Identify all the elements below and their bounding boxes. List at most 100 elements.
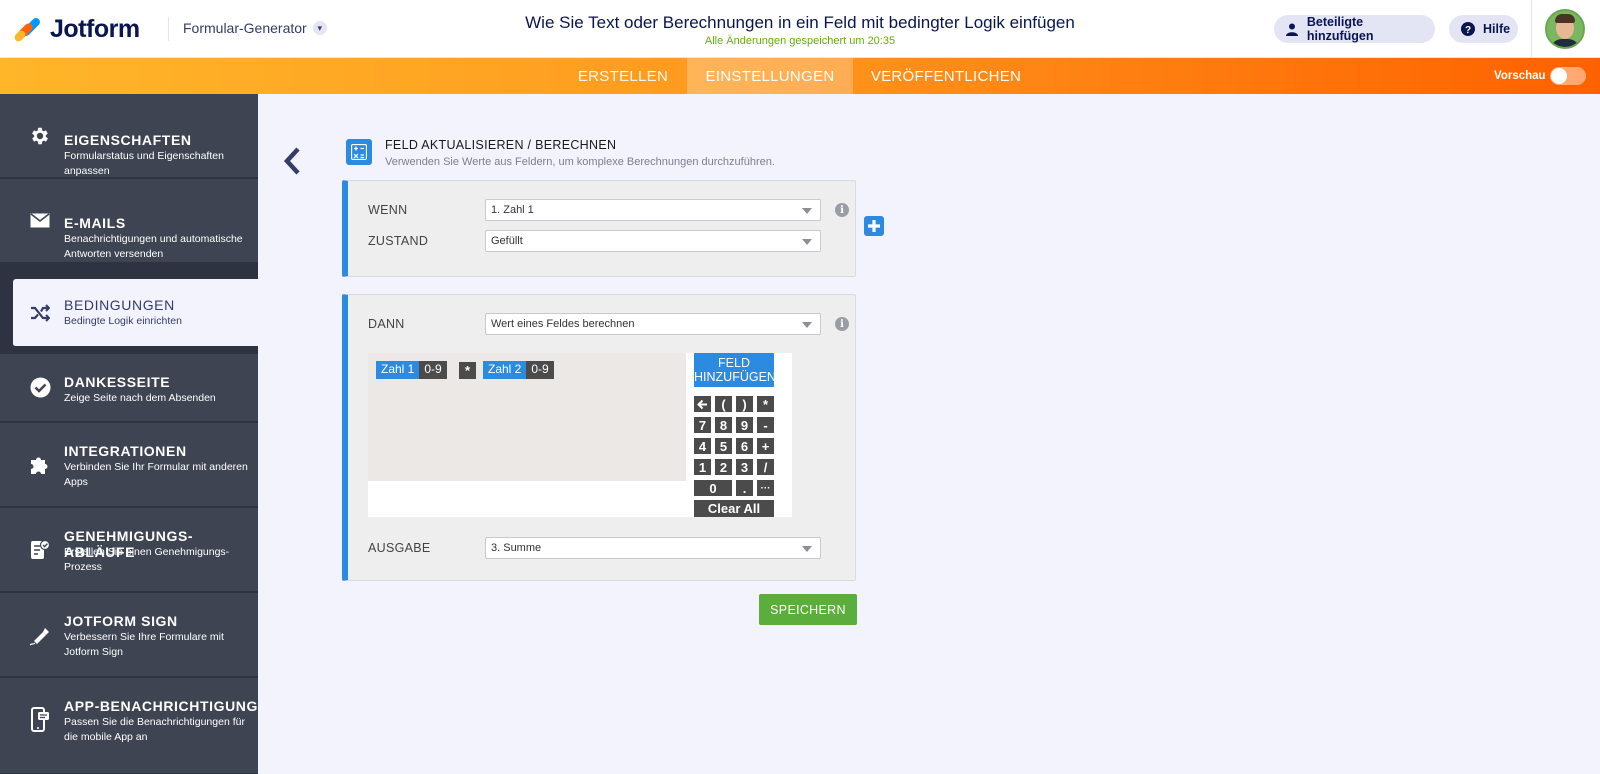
panel-subtitle: Verwenden Sie Werte aus Feldern, um komp… [385, 156, 775, 168]
output-field-value: 3. Summe [491, 542, 542, 554]
help-button[interactable]: ? Hilfe [1449, 15, 1518, 43]
top-header: Jotform Formular-Generator ▾ Wie Sie Tex… [0, 0, 1600, 58]
keypad-key[interactable]: ··· [757, 480, 774, 496]
invite-collaborators-button[interactable]: Beteiligte hinzufügen [1274, 15, 1435, 43]
state-select[interactable]: Gefüllt [485, 230, 821, 252]
info-icon[interactable]: i [835, 317, 849, 331]
keypad-key[interactable]: 5 [715, 438, 732, 454]
then-label: DANN [368, 317, 405, 331]
tab-publish[interactable]: VERÖFFENTLICHEN [853, 58, 1039, 94]
if-label: WENN [368, 203, 408, 217]
if-field-select[interactable]: 1. Zahl 1 [485, 199, 821, 221]
preview-toggle[interactable] [1550, 67, 1586, 85]
keypad-key[interactable]: 8 [715, 417, 732, 433]
sidebar-item-app-notifications[interactable]: APP-BENACHRICHTIGUNG Passen Sie die Bena… [0, 678, 258, 774]
keypad-key[interactable]: + [757, 438, 774, 454]
sidebar-item-thank-you[interactable]: DANKESSEITE Zeige Seite nach dem Absende… [0, 354, 258, 422]
logo-text: Jotform [50, 14, 140, 43]
field-chip-name: Zahl 2 [483, 361, 527, 379]
builder-nav-bar: ERSTELLEN EINSTELLUNGEN VERÖFFENTLICHEN … [0, 58, 1600, 94]
calculator-icon [346, 139, 372, 165]
sidebar-item-desc: Verbinden Sie Ihr Formular mit anderen A… [64, 461, 248, 488]
field-chip-name: Zahl 1 [376, 361, 420, 379]
state-value: Gefüllt [491, 235, 523, 247]
sidebar-item-properties[interactable]: EIGENSCHAFTEN Formularstatus und Eigensc… [0, 94, 258, 178]
action-then-card: DANN Wert eines Feldes berechnen i Zahl … [342, 294, 856, 581]
shuffle-icon [28, 301, 52, 325]
document-title[interactable]: Wie Sie Text oder Berechnungen in ein Fe… [400, 13, 1200, 33]
sidebar-item-desc: Formularstatus und Eigenschaften anpasse… [64, 150, 224, 177]
caret-down-icon [802, 322, 812, 328]
keypad-key[interactable]: ) [736, 396, 753, 412]
question-circle-icon: ? [1461, 22, 1475, 36]
keypad-key[interactable]: / [757, 459, 774, 475]
keypad-key[interactable]: * [757, 396, 774, 412]
jotform-logo-icon [12, 16, 42, 44]
avatar[interactable] [1545, 9, 1585, 49]
sidebar-item-desc: Passen Sie die Benachrichtigungen für di… [64, 716, 245, 743]
sidebar-item-approvals[interactable]: GENEHMIGUNGS-ABLÄUFE Erstellen Sie einen… [0, 508, 258, 592]
formula-editor: Zahl 1 0-9 * Zahl 2 0-9 FELD HINZUFÜGEN … [368, 353, 792, 517]
gear-icon [28, 124, 52, 148]
backspace-key[interactable] [694, 396, 711, 412]
formula-field-chip[interactable]: Zahl 1 0-9 [376, 361, 447, 379]
sidebar-item-desc: Zeige Seite nach dem Absenden [64, 392, 216, 404]
sidebar-item-title: INTEGRATIONEN [64, 443, 187, 459]
invite-label: Beteiligte hinzufügen [1306, 15, 1374, 43]
jotform-logo[interactable]: Jotform [12, 13, 140, 45]
keypad-key[interactable]: 2 [715, 459, 732, 475]
formula-field-chip[interactable]: Zahl 2 0-9 [483, 361, 554, 379]
sidebar-item-integrations[interactable]: INTEGRATIONEN Verbinden Sie Ihr Formular… [0, 423, 258, 507]
header-divider-right [1531, 0, 1532, 58]
sidebar-item-title: BEDINGUNGEN [64, 297, 175, 313]
keypad-key[interactable]: 3 [736, 459, 753, 475]
mail-icon [28, 209, 52, 233]
sidebar-item-emails[interactable]: E-MAILS Benachrichtigungen und automatis… [0, 179, 258, 263]
chevron-down-icon: ▾ [312, 21, 327, 35]
approval-icon [28, 538, 52, 562]
save-button[interactable]: SPEICHERN [759, 594, 857, 625]
panel-title: FELD AKTUALISIEREN / BERECHNEN [385, 138, 617, 152]
keypad-key[interactable]: 7 [694, 417, 711, 433]
sidebar-item-conditions[interactable]: BEDINGUNGEN Bedingte Logik einrichten [13, 279, 258, 347]
add-field-button[interactable]: FELD HINZUFÜGEN [694, 353, 774, 387]
builder-selector[interactable]: Formular-Generator ▾ [183, 20, 327, 36]
keypad-key[interactable]: 9 [736, 417, 753, 433]
puzzle-icon [28, 453, 52, 477]
keypad-key[interactable]: 1 [694, 459, 711, 475]
plus-icon [868, 220, 880, 232]
caret-down-icon [802, 208, 812, 214]
check-circle-icon [28, 376, 52, 400]
keypad-key[interactable]: - [757, 417, 774, 433]
arrow-left-icon [697, 399, 707, 409]
sidebar-item-title: JOTFORM SIGN [64, 613, 178, 629]
sidebar-item-title: E-MAILS [64, 215, 126, 231]
then-action-select[interactable]: Wert eines Feldes berechnen [485, 313, 821, 335]
add-condition-button[interactable] [864, 216, 884, 236]
info-icon[interactable]: i [835, 203, 849, 217]
header-divider [168, 17, 169, 41]
if-field-value: 1. Zahl 1 [491, 204, 534, 216]
formula-operator[interactable]: * [459, 362, 476, 379]
sidebar-item-jotform-sign[interactable]: JOTFORM SIGN Verbessern Sie Ihre Formula… [0, 593, 258, 677]
back-chevron-icon[interactable] [281, 146, 303, 176]
keypad-key[interactable]: 0 [694, 480, 732, 496]
caret-down-icon [802, 546, 812, 552]
help-label: Hilfe [1483, 22, 1511, 36]
saved-status: Alle Änderungen gespeichert um 20:35 [704, 35, 896, 47]
clear-all-button[interactable]: Clear All [694, 500, 774, 517]
output-label: AUSGABE [368, 541, 431, 555]
keypad-key[interactable]: . [736, 480, 753, 496]
keypad-key[interactable]: ( [715, 396, 732, 412]
keypad-key[interactable]: 4 [694, 438, 711, 454]
output-field-select[interactable]: 3. Summe [485, 537, 821, 559]
tab-settings[interactable]: EINSTELLUNGEN [687, 58, 853, 94]
field-chip-type: 0-9 [419, 361, 447, 379]
sidebar-item-desc: Bedingte Logik einrichten [64, 315, 182, 327]
keypad-key[interactable]: 6 [736, 438, 753, 454]
tab-create[interactable]: ERSTELLEN [566, 58, 680, 94]
svg-text:?: ? [1465, 25, 1471, 36]
formula-input-area[interactable]: Zahl 1 0-9 * Zahl 2 0-9 [368, 353, 686, 481]
sidebar-item-desc: Verbessern Sie Ihre Formulare mit Jotfor… [64, 631, 224, 658]
sidebar-item-title: APP-BENACHRICHTIGUNG [64, 698, 258, 714]
